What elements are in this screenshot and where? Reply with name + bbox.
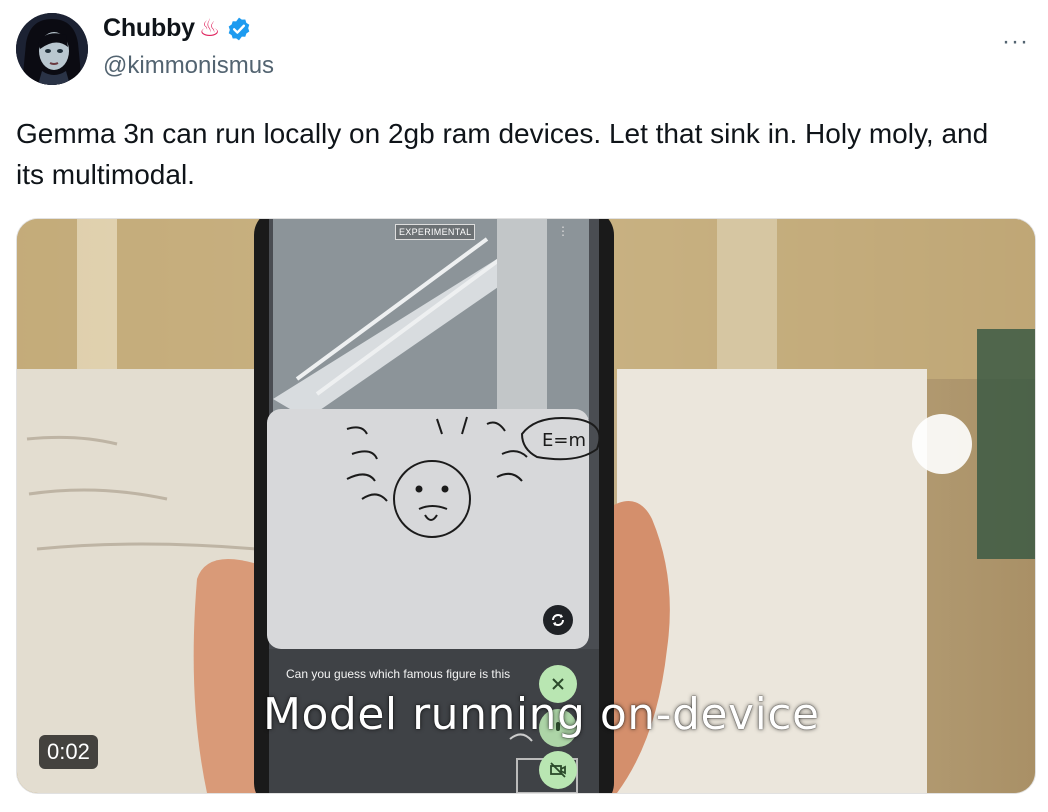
hot-springs-emoji: ♨ xyxy=(198,14,221,42)
author-name-row[interactable]: Chubby ♨ xyxy=(103,14,252,43)
svg-text:⋮: ⋮ xyxy=(557,224,569,238)
switch-camera-icon[interactable] xyxy=(543,605,573,635)
more-options-icon[interactable]: ··· xyxy=(1002,28,1029,56)
verified-badge-icon xyxy=(229,17,250,40)
video-timestamp: 0:02 xyxy=(39,735,98,769)
display-name[interactable]: Chubby xyxy=(103,14,195,43)
svg-text:E=m: E=m xyxy=(542,430,586,451)
experimental-badge: EXPERIMENTAL xyxy=(395,224,476,240)
video-player[interactable]: E=m ⋮ EXPERIMENTAL Can you guess which f… xyxy=(16,218,1036,794)
camera-off-icon[interactable] xyxy=(539,751,577,789)
video-subtitle: Model running on-device xyxy=(263,689,820,740)
avatar-image xyxy=(16,13,88,85)
tweet-text: Gemma 3n can run locally on 2gb ram devi… xyxy=(16,118,989,190)
avatar[interactable] xyxy=(16,13,88,85)
author-handle[interactable]: @kimmonismus xyxy=(103,52,274,80)
phone-prompt-text: Can you guess which famous figure is thi… xyxy=(286,667,511,681)
